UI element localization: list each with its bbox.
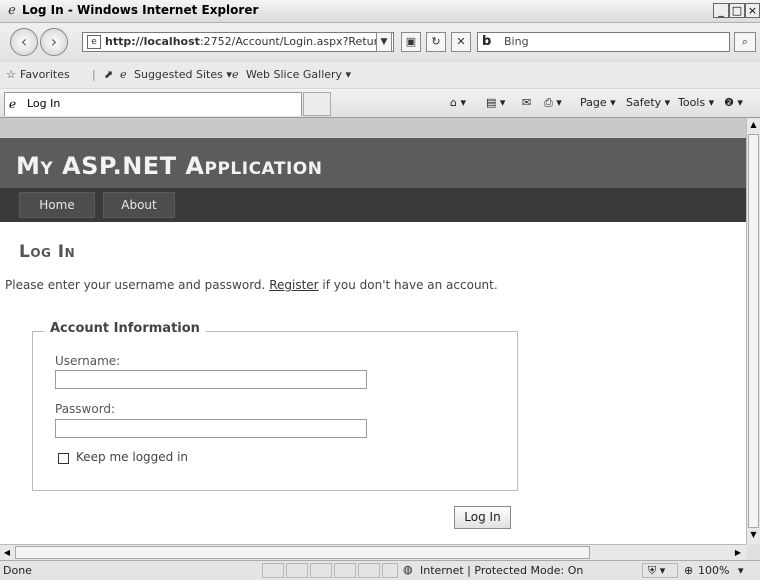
stop-button[interactable]: ✕ [451, 32, 471, 52]
status-segment [358, 563, 380, 578]
refresh-button[interactable]: ↻ [426, 32, 446, 52]
suggested-sites-icon: ℯ [120, 68, 127, 81]
suggested-sites-link[interactable]: Suggested Sites ▾ [134, 67, 232, 83]
minimize-button[interactable]: _ [713, 3, 729, 18]
menu-item-about[interactable]: About [103, 192, 175, 218]
forward-button[interactable]: › [40, 28, 68, 56]
status-segment [310, 563, 332, 578]
status-text: Done [3, 564, 32, 577]
window-title: Log In - Windows Internet Explorer [22, 3, 259, 17]
status-segment [382, 563, 398, 578]
home-button[interactable]: ⌂ ▾ [450, 96, 466, 110]
security-zone-text[interactable]: Internet | Protected Mode: On [420, 564, 583, 577]
register-link[interactable]: Register [269, 278, 318, 292]
web-slice-gallery-link[interactable]: Web Slice Gallery ▾ [246, 67, 351, 83]
menu-item-home[interactable]: Home [19, 192, 95, 218]
remember-me-checkbox[interactable] [58, 453, 69, 464]
feeds-button[interactable]: ▤ ▾ [486, 96, 505, 110]
page-icon: e [87, 35, 101, 49]
horizontal-scroll-thumb[interactable] [15, 546, 590, 559]
password-label: Password: [55, 402, 116, 416]
internet-zone-icon: ◍ [403, 563, 413, 576]
safety-menu[interactable]: Safety ▾ [626, 96, 670, 110]
search-button[interactable]: ⌕ [734, 32, 756, 52]
fieldset-legend: Account Information [44, 321, 206, 336]
back-button[interactable]: ‹ [10, 28, 38, 56]
intro-after: if you don't have an account. [318, 278, 498, 292]
url-path: :2752/Account/Login.aspx?ReturnUrl=%2f( [199, 35, 393, 48]
web-slice-icon: ℯ [232, 68, 239, 81]
tools-menu[interactable]: Tools ▾ [678, 96, 714, 110]
app-title: My ASP.NET Application [16, 152, 323, 180]
site-menu: Home About [0, 188, 746, 222]
zoom-dropdown-icon[interactable]: ▾ [738, 564, 744, 577]
vertical-scrollbar[interactable]: ▲ ▼ [746, 118, 760, 544]
status-segment [286, 563, 308, 578]
search-placeholder: Bing [504, 35, 529, 48]
bing-logo-icon: b [482, 34, 492, 49]
username-label: Username: [55, 354, 121, 368]
login-button[interactable]: Log In [454, 506, 511, 529]
scroll-right-arrow-icon[interactable]: ▶ [731, 545, 745, 560]
password-input[interactable] [55, 419, 367, 438]
tab-login[interactable]: ℯ Log In [4, 92, 302, 116]
compatibility-view-button[interactable]: ▣ [401, 32, 421, 52]
maximize-button[interactable]: □ [729, 3, 745, 18]
horizontal-scrollbar[interactable]: ◀ ▶ [0, 544, 746, 560]
address-dropdown-icon[interactable]: ▼ [376, 32, 392, 52]
tab-label: Log In [27, 97, 61, 110]
tab-bar: ℯ Log In ⌂ ▾ ▤ ▾ ✉ ⎙ ▾ Page ▾ Safety ▾ T… [0, 89, 760, 118]
tab-page-icon: ℯ [9, 97, 17, 111]
new-tab-button[interactable] [303, 92, 331, 116]
address-input[interactable]: e http://localhost:2752/Account/Login.asp… [82, 32, 394, 52]
zoom-icon: ⊕ [684, 564, 694, 577]
help-button[interactable]: ❷ ▾ [724, 96, 743, 110]
zoom-level[interactable]: 100% [698, 564, 729, 577]
address-toolbar: ‹ › e http://localhost:2752/Account/Login… [0, 23, 760, 61]
scroll-up-arrow-icon[interactable]: ▲ [747, 118, 760, 132]
site-header: My ASP.NET Application [0, 138, 746, 188]
username-input[interactable] [55, 370, 367, 389]
read-mail-button[interactable]: ✉ [522, 96, 531, 110]
page-menu[interactable]: Page ▾ [580, 96, 616, 110]
add-favorites-icon[interactable]: ⬈ [104, 67, 113, 83]
vertical-scroll-thumb[interactable] [748, 134, 759, 528]
page-top-strip [0, 118, 746, 138]
url-host: http://localhost [105, 35, 200, 48]
favorites-bar: ☆ Favorites | ⬈ ℯ Suggested Sites ▾ ℯ We… [0, 62, 760, 88]
status-bar: Done ◍ Internet | Protected Mode: On ⛨ ▾… [0, 560, 760, 580]
scroll-corner [746, 544, 760, 560]
print-button[interactable]: ⎙ ▾ [544, 96, 562, 110]
scroll-down-arrow-icon[interactable]: ▼ [747, 528, 760, 542]
favorites-star-icon: ☆ [6, 68, 16, 81]
page-title: Log In [19, 242, 76, 262]
close-button[interactable]: × [745, 3, 760, 18]
favorites-button[interactable]: Favorites [20, 67, 70, 83]
intro-before: Please enter your username and password. [5, 278, 270, 292]
status-segment [262, 563, 284, 578]
remember-me-label[interactable]: Keep me logged in [76, 450, 188, 464]
window-title-bar: ℯ Log In - Windows Internet Explorer _ □… [0, 0, 760, 23]
page-viewport: My ASP.NET Application Home About Log In… [0, 118, 746, 544]
ie-logo-icon: ℯ [8, 3, 16, 18]
search-input[interactable]: b Bing [477, 32, 730, 52]
status-segment [334, 563, 356, 578]
divider: | [92, 68, 96, 81]
scroll-left-arrow-icon[interactable]: ◀ [0, 545, 14, 560]
protected-mode-icon: ⛨ ▾ [648, 564, 666, 577]
intro-text: Please enter your username and password.… [5, 278, 498, 292]
